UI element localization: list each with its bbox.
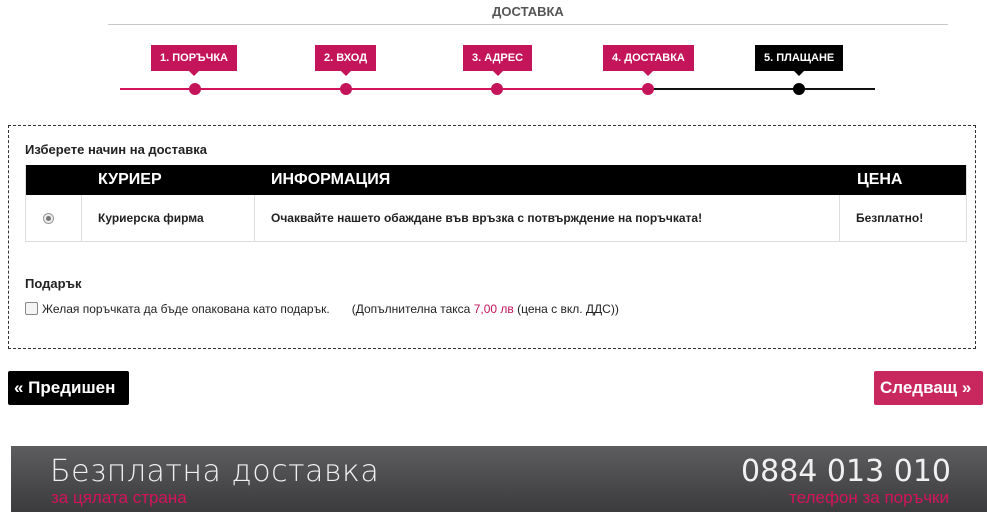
courier-price: Безплатно!	[839, 195, 966, 241]
courier-table: КУРИЕР ИНФОРМАЦИЯ ЦЕНА Куриерска фирма О…	[25, 165, 967, 242]
courier-name: Куриерска фирма	[81, 195, 258, 241]
step-address-marker	[491, 83, 503, 95]
next-button[interactable]: Следващ »	[874, 371, 983, 405]
courier-option-radio[interactable]	[43, 213, 54, 224]
step-order[interactable]: 1. ПОРЪЧКА	[151, 45, 237, 76]
checkout-progress: 1. ПОРЪЧКА 2. ВХОД 3. АДРЕС 4. ДОСТАВКА …	[0, 0, 987, 100]
courier-option-row[interactable]: Куриерска фирма Очаквайте нашето обаждан…	[26, 195, 966, 241]
step-login[interactable]: 2. ВХОД	[315, 45, 377, 76]
gift-wrap-label[interactable]: Желая поръчката да бъде опакована като п…	[42, 302, 330, 316]
banner-subtitle: за цялата страна	[51, 488, 187, 507]
previous-button[interactable]: « Предишен	[8, 371, 129, 405]
free-delivery-banner: Безплатна доставка за цялата страна 0884…	[11, 446, 987, 512]
gift-title: Подарък	[25, 276, 82, 291]
step-payment-marker	[793, 83, 805, 95]
column-courier: КУРИЕР	[98, 171, 162, 188]
delivery-method-title: Изберете начин на доставка	[25, 142, 207, 157]
gift-fee-prefix: (Допълнителна такса	[351, 302, 471, 316]
step-delivery-marker	[642, 83, 654, 95]
step-order-marker	[189, 83, 201, 95]
gift-option: Желая поръчката да бъде опакована като п…	[25, 302, 619, 316]
step-address[interactable]: 3. АДРЕС	[463, 45, 533, 76]
banner-phone: 0884 013 010	[741, 454, 951, 489]
gift-fee-amount: 7,00 лв	[473, 302, 514, 316]
progress-track-remaining	[648, 88, 875, 90]
gift-wrap-checkbox[interactable]	[25, 302, 38, 315]
banner-title: Безплатна доставка	[50, 454, 380, 489]
column-price: ЦЕНА	[857, 171, 903, 188]
step-delivery[interactable]: 4. ДОСТАВКА	[603, 45, 694, 76]
step-login-marker	[340, 83, 352, 95]
banner-phone-caption: телефон за поръчки	[789, 488, 949, 507]
column-info: ИНФОРМАЦИЯ	[271, 171, 391, 188]
courier-info: Очаквайте нашето обаждане във връзка с п…	[254, 195, 841, 241]
delivery-method-panel: Изберете начин на доставка КУРИЕР ИНФОРМ…	[8, 125, 976, 349]
gift-fee-suffix: (цена с вкл. ДДС))	[517, 302, 619, 316]
courier-select-cell	[26, 195, 81, 241]
courier-table-header: КУРИЕР ИНФОРМАЦИЯ ЦЕНА	[26, 165, 966, 195]
step-payment: 5. ПЛАЩАНЕ	[755, 45, 844, 76]
